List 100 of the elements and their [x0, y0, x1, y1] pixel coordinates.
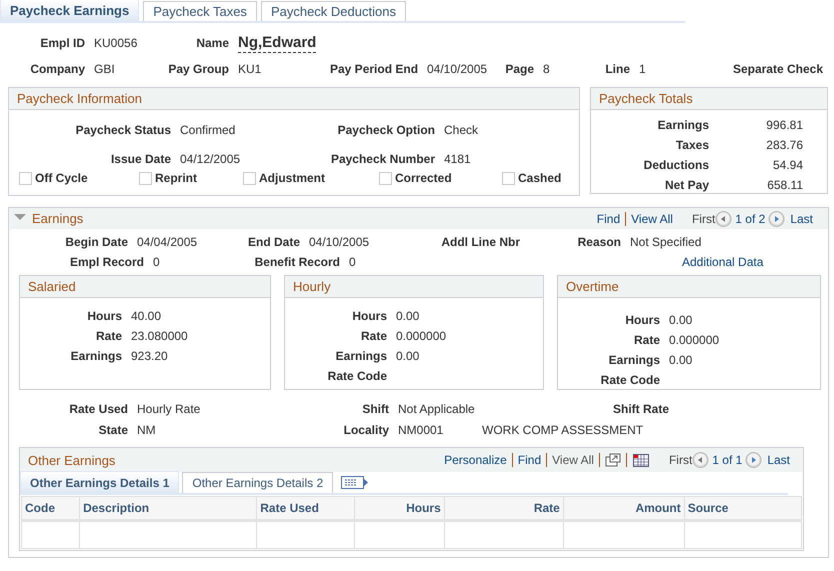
tab[interactable]: Paycheck Taxes: [143, 1, 257, 21]
field-value: 04/04/2005: [137, 235, 198, 249]
employee-name: Ng,Edward: [238, 34, 316, 52]
tab[interactable]: Paycheck Deductions: [260, 1, 406, 21]
column-header: Description: [80, 496, 257, 520]
field-label: Rate: [94, 329, 123, 343]
field-value: 04/10/2005: [427, 62, 488, 76]
field-label: Deductions: [642, 158, 710, 172]
field-label: Pay Period End: [330, 62, 420, 76]
field-label: Line: [604, 62, 631, 76]
checkbox[interactable]: Reprint: [139, 171, 243, 185]
field-label: Hours: [86, 309, 123, 323]
checkbox[interactable]: Corrected: [379, 171, 502, 185]
link[interactable]: View All: [626, 212, 678, 226]
section-title: Hourly: [293, 279, 331, 294]
field-label: Rate Code: [600, 373, 661, 387]
field-value: GBI: [94, 62, 116, 76]
field-value: 923.20: [131, 349, 169, 363]
field-value: Hourly Rate: [137, 402, 202, 416]
column-header: Code: [22, 496, 80, 520]
field-label: Rate Code: [326, 369, 388, 383]
field-label: Pay Group: [167, 62, 230, 76]
field-label: Paycheck Option: [336, 122, 436, 136]
show-columns-icon[interactable]: [341, 476, 370, 488]
field-value: 1: [639, 62, 647, 76]
field-value: 04/12/2005: [180, 152, 242, 166]
field-label: Separate Check: [732, 62, 824, 76]
field-value: 40.00: [131, 309, 162, 323]
field-label: Begin Date: [64, 235, 129, 249]
section-title: Paycheck Totals: [599, 91, 693, 106]
field-value: 0.000000: [396, 329, 448, 343]
field-value: NM0001: [398, 422, 444, 436]
field-label: Empl Record: [68, 255, 145, 269]
checkbox[interactable]: Off Cycle: [19, 171, 139, 185]
field-value: 0.00: [396, 309, 420, 323]
field-value: 658.11: [766, 178, 803, 192]
field-value: 0.00: [669, 353, 694, 367]
field-label: Earnings: [70, 349, 123, 363]
field-label: Shift Rate: [612, 402, 670, 416]
field-label: End Date: [246, 235, 301, 249]
field-value: 54.94: [772, 158, 803, 172]
field-label: Rate: [360, 329, 388, 343]
field-value: 04/10/2005: [309, 235, 370, 249]
field-value: Not Applicable: [398, 402, 476, 416]
field-label: Benefit Record: [254, 255, 341, 269]
tab[interactable]: Other Earnings Details 1: [20, 471, 180, 493]
field-value: Confirmed: [180, 122, 236, 136]
column-header: Hours: [354, 496, 444, 520]
field-label: Locality: [342, 422, 390, 436]
field-label: Name: [195, 36, 230, 50]
field-value: 23.080000: [131, 329, 189, 343]
field-value: 0.00: [396, 349, 420, 363]
section-title: Earnings: [32, 211, 84, 226]
field-label: Company: [29, 62, 86, 76]
field-value: KU1: [238, 62, 262, 76]
field-label: Empl ID: [39, 36, 86, 50]
field-value: KU0056: [94, 36, 138, 50]
column-header: Source: [684, 496, 802, 520]
section-title: Salaried: [28, 279, 76, 294]
field-label: Rate Used: [68, 402, 129, 416]
zoom-icon[interactable]: [604, 453, 621, 467]
additional-data-link[interactable]: Additional Data: [677, 255, 828, 269]
field-value: 0.000000: [669, 333, 720, 347]
next-icon[interactable]: [745, 452, 762, 468]
field-label: Issue Date: [110, 152, 172, 166]
last-link[interactable]: Last: [785, 212, 818, 226]
field-value: 8: [543, 62, 551, 76]
section-title: Other Earnings: [28, 452, 116, 468]
first-label: First: [692, 212, 716, 226]
field-value: Check: [444, 122, 480, 136]
link[interactable]: Personalize: [439, 453, 512, 467]
column-header: Rate: [444, 496, 564, 520]
field-label: Earnings: [334, 349, 388, 363]
field-label: Reason: [576, 235, 622, 249]
link[interactable]: Find: [512, 453, 546, 467]
field-value: 996.81: [765, 118, 803, 132]
tab[interactable]: Other Earnings Details 2: [182, 472, 334, 493]
previous-icon[interactable]: [692, 452, 710, 468]
field-label: Page: [505, 62, 535, 76]
field-description: WORK COMP ASSESSMENT: [482, 422, 644, 436]
section-title: Paycheck Information: [17, 91, 142, 106]
field-value: 0: [349, 255, 357, 269]
field-value: 0: [153, 255, 161, 269]
column-header: Amount: [563, 496, 684, 520]
page-position: 1 of 2: [735, 212, 766, 226]
tab[interactable]: Paycheck Earnings: [0, 0, 140, 21]
grid-icon[interactable]: [632, 454, 649, 466]
field-value: 0.00: [669, 313, 694, 327]
field-label: Taxes: [674, 138, 710, 152]
checkbox[interactable]: Cashed: [502, 171, 579, 185]
link[interactable]: Find: [592, 212, 626, 226]
last-link[interactable]: Last: [762, 453, 795, 467]
field-label: Earnings: [608, 353, 661, 367]
previous-icon[interactable]: [715, 210, 732, 226]
field-value: 4181: [444, 152, 472, 166]
field-label: Paycheck Number: [330, 152, 436, 166]
field-value: Not Specified: [630, 235, 702, 249]
field-label: Hours: [624, 313, 661, 327]
next-icon[interactable]: [768, 210, 786, 226]
checkbox[interactable]: Adjustment: [243, 171, 379, 185]
